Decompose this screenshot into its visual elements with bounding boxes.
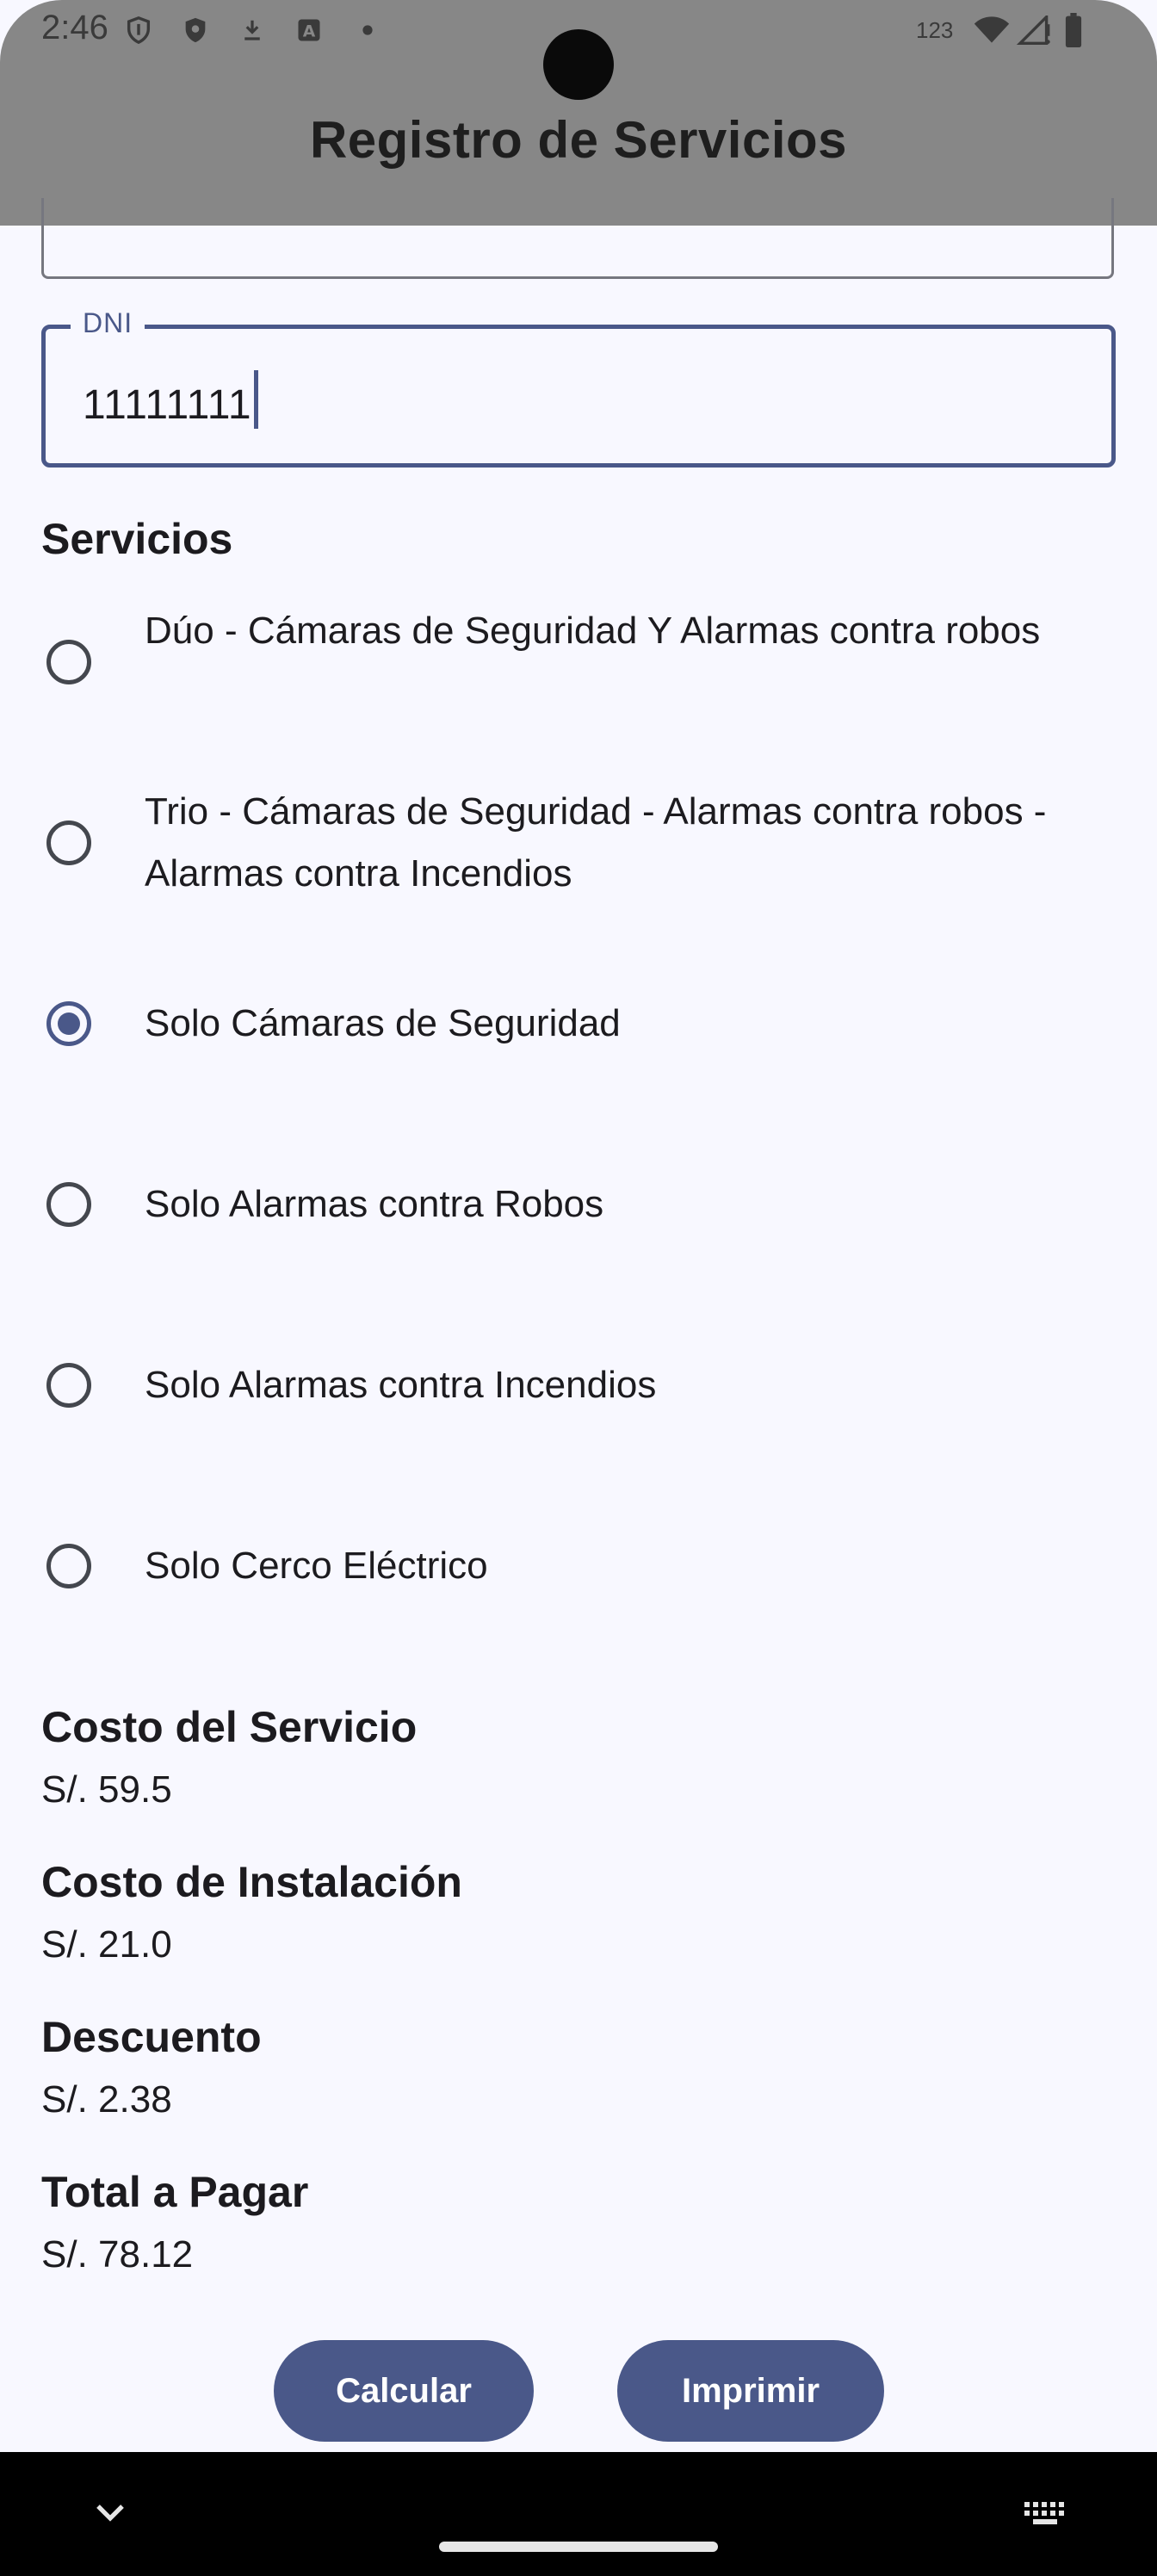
service-option-cameras[interactable]: Solo Cámaras de Seguridad xyxy=(41,993,1117,1055)
service-option-label: Trio - Cámaras de Seguridad - Alarmas co… xyxy=(145,790,1047,895)
dni-value: 11111111 xyxy=(83,382,252,428)
total-value: S/. 78.12 xyxy=(41,2233,194,2276)
service-option-label: Solo Cerco Eléctrico xyxy=(145,1545,488,1587)
service-cost-title: Costo del Servicio xyxy=(41,1703,418,1751)
installation-cost-title: Costo de Instalación xyxy=(41,1858,462,1906)
app-bar: 2:46 A 123 Registro de Servicios xyxy=(0,0,1157,226)
network-label: 123 xyxy=(916,17,954,43)
navigation-bar xyxy=(0,2452,1157,2576)
shield-icon xyxy=(124,15,153,45)
service-option-fire-alarms[interactable]: Solo Alarmas contra Incendios xyxy=(41,1354,1117,1416)
radio-button[interactable] xyxy=(46,1544,91,1588)
installation-cost-value: S/. 21.0 xyxy=(41,1923,172,1966)
service-option-label: Dúo - Cámaras de Seguridad Y Alarmas con… xyxy=(145,610,1041,652)
discount-value: S/. 2.38 xyxy=(41,2078,172,2121)
text-cursor xyxy=(253,370,258,429)
radio-button[interactable] xyxy=(46,1182,91,1227)
radio-button[interactable] xyxy=(46,1363,91,1408)
calculate-button[interactable]: Calcular xyxy=(274,2340,534,2442)
service-option-label: Solo Alarmas contra Incendios xyxy=(145,1364,657,1406)
service-option-label: Solo Cámaras de Seguridad xyxy=(145,1002,621,1044)
svg-text:A: A xyxy=(303,23,316,41)
download-icon xyxy=(238,15,267,45)
service-option-label: Solo Alarmas contra Robos xyxy=(145,1183,604,1225)
service-option-robbery-alarms[interactable]: Solo Alarmas contra Robos xyxy=(41,1173,1117,1235)
signal-icon xyxy=(1016,15,1054,45)
service-option-electric-fence[interactable]: Solo Cerco Eléctrico xyxy=(41,1535,1117,1597)
dot-icon xyxy=(353,15,382,45)
radio-button-selected[interactable] xyxy=(46,1001,91,1046)
status-time: 2:46 xyxy=(41,9,108,46)
service-option-trio[interactable]: Trio - Cámaras de Seguridad - Alarmas co… xyxy=(41,781,1117,905)
service-option-duo[interactable]: Dúo - Cámaras de Seguridad Y Alarmas con… xyxy=(41,600,1117,724)
dni-input[interactable]: 11111111 xyxy=(83,370,258,429)
page-title: Registro de Servicios xyxy=(309,111,848,169)
print-button[interactable]: Imprimir xyxy=(617,2340,884,2442)
services-title: Servicios xyxy=(41,515,233,563)
previous-text-field[interactable] xyxy=(41,198,1114,279)
shield-filled-icon xyxy=(181,15,210,45)
chevron-down-icon[interactable] xyxy=(93,2500,127,2530)
dni-label: DNI xyxy=(71,307,145,339)
service-cost-value: S/. 59.5 xyxy=(41,1768,172,1811)
camera-cutout xyxy=(543,29,614,100)
battery-icon xyxy=(1062,13,1085,47)
discount-title: Descuento xyxy=(41,2013,262,2061)
home-handle[interactable] xyxy=(439,2542,718,2552)
keyboard-a-icon: A xyxy=(294,15,324,45)
keyboard-icon[interactable] xyxy=(1023,2500,1067,2530)
wifi-icon xyxy=(973,15,1011,45)
radio-button[interactable] xyxy=(46,820,91,865)
radio-button[interactable] xyxy=(46,640,91,684)
total-title: Total a Pagar xyxy=(41,2168,309,2216)
